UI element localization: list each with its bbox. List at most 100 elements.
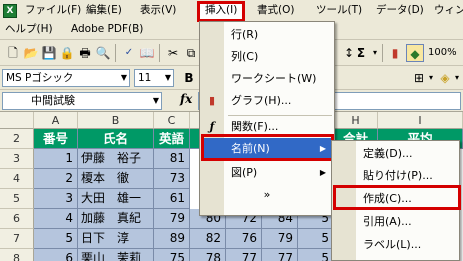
- save-icon[interactable]: 💾: [40, 44, 58, 62]
- submenu-item-label[interactable]: ラベル(L)...: [332, 234, 459, 256]
- menu-item-worksheet[interactable]: ワークシート(W): [200, 68, 334, 90]
- fill-color-dropdown-icon[interactable]: ▾: [448, 69, 463, 87]
- cut-icon[interactable]: ✂: [164, 44, 182, 62]
- cell-header-english[interactable]: 英語: [154, 129, 190, 149]
- table-cell[interactable]: 61: [154, 189, 190, 209]
- expand-chevron-icon: »: [263, 188, 271, 201]
- table-cell[interactable]: 加藤 真紀: [78, 209, 154, 229]
- menu-adobe-pdf[interactable]: Adobe PDF(B): [68, 20, 146, 39]
- row-header-6[interactable]: 6: [0, 209, 34, 229]
- insert-function-icon[interactable]: fx: [180, 92, 192, 106]
- cell-header-name[interactable]: 氏名: [78, 129, 154, 149]
- table-cell[interactable]: 5: [34, 229, 78, 249]
- table-cell[interactable]: 4: [34, 209, 78, 229]
- menu-item-picture[interactable]: 図(P) ▶: [200, 162, 334, 184]
- table-cell[interactable]: 日下 淳: [78, 229, 154, 249]
- table-cell[interactable]: 5: [298, 229, 334, 249]
- table-cell[interactable]: 6: [34, 249, 78, 261]
- table-cell[interactable]: 大田 雄一: [78, 189, 154, 209]
- font-size-select[interactable]: 11 ▼: [134, 69, 174, 87]
- table-cell[interactable]: 栗山 茉莉: [78, 249, 154, 261]
- table-cell[interactable]: 5: [298, 249, 334, 261]
- table-cell[interactable]: 伊藤 裕子: [78, 149, 154, 169]
- menu-view[interactable]: 表示(V): [137, 1, 179, 20]
- drawing-icon[interactable]: ◆: [406, 44, 424, 62]
- copy-icon[interactable]: ⧉: [182, 44, 200, 62]
- table-cell[interactable]: 榎本 徹: [78, 169, 154, 189]
- menu-item-label: 貼り付け(P)...: [363, 169, 433, 182]
- menu-item-label: 列(C): [231, 50, 259, 63]
- table-cell[interactable]: 77: [226, 249, 262, 261]
- table-cell[interactable]: 76: [226, 229, 262, 249]
- submenu-item-apply[interactable]: 引用(A)...: [332, 211, 459, 233]
- menu-item-label: 定義(D)...: [363, 147, 413, 160]
- table-cell[interactable]: 73: [154, 169, 190, 189]
- bold-button[interactable]: B: [180, 69, 198, 87]
- print-icon[interactable]: 🖶: [76, 44, 94, 62]
- menu-item-row[interactable]: 行(R): [200, 24, 334, 46]
- name-box[interactable]: 中間試験 ▼: [2, 92, 162, 110]
- new-file-icon[interactable]: 🗋: [4, 44, 22, 62]
- row-header-7[interactable]: 7: [0, 229, 34, 249]
- table-cell[interactable]: 89: [154, 229, 190, 249]
- menu-window[interactable]: ウィン: [431, 1, 463, 20]
- menu-format[interactable]: 書式(O): [254, 1, 297, 20]
- select-all-corner[interactable]: [0, 112, 34, 129]
- table-cell[interactable]: 82: [190, 229, 226, 249]
- font-size-value: 11: [138, 72, 152, 84]
- table-cell[interactable]: 2: [34, 169, 78, 189]
- submenu-arrow-icon: ▶: [319, 168, 326, 177]
- font-name-value: MS Pゴシック: [6, 72, 74, 84]
- menu-item-label: グラフ(H)...: [231, 94, 292, 107]
- table-cell[interactable]: 1: [34, 149, 78, 169]
- submenu-item-define[interactable]: 定義(D)...: [332, 143, 459, 165]
- zoom-box[interactable]: 100%: [428, 44, 462, 62]
- chevron-down-icon[interactable]: ▼: [121, 70, 127, 86]
- column-header-h[interactable]: H: [334, 112, 378, 129]
- column-header-i[interactable]: I: [378, 112, 463, 129]
- submenu-item-create-highlight-box: [333, 185, 461, 210]
- font-name-select[interactable]: MS Pゴシック ▼: [2, 69, 130, 87]
- row-header-8[interactable]: 8: [0, 249, 34, 261]
- table-cell[interactable]: 79: [154, 209, 190, 229]
- function-icon: ƒ: [209, 120, 215, 133]
- table-cell[interactable]: 75: [154, 249, 190, 261]
- submenu-item-paste[interactable]: 貼り付け(P)...: [332, 165, 459, 187]
- row-header-5[interactable]: 5: [0, 189, 34, 209]
- menu-item-label: 行(R): [231, 28, 259, 41]
- column-header-c[interactable]: C: [154, 112, 190, 129]
- menu-expand-chevron[interactable]: »: [200, 184, 334, 206]
- open-folder-icon[interactable]: 📂: [22, 44, 40, 62]
- row-header-3[interactable]: 3: [0, 149, 34, 169]
- menu-item-label: 引用(A)...: [363, 215, 412, 228]
- name-box-value: 中間試験: [31, 94, 75, 107]
- menu-item-column[interactable]: 列(C): [200, 46, 334, 68]
- row-header-4[interactable]: 4: [0, 169, 34, 189]
- table-cell[interactable]: 81: [154, 149, 190, 169]
- menu-item-label: 図(P): [231, 166, 258, 179]
- excel-icon[interactable]: X: [3, 4, 17, 18]
- permission-icon[interactable]: 🔒: [58, 44, 76, 62]
- spelling-icon[interactable]: ✓: [120, 44, 138, 62]
- table-cell[interactable]: 3: [34, 189, 78, 209]
- menu-item-chart[interactable]: ▮ グラフ(H)...: [200, 90, 334, 112]
- research-icon[interactable]: 📖: [138, 44, 156, 62]
- table-cell[interactable]: 77: [262, 249, 298, 261]
- menu-tools[interactable]: ツール(T): [313, 1, 365, 20]
- print-preview-icon[interactable]: 🔍: [94, 44, 112, 62]
- menu-insert[interactable]: 挿入(I): [202, 1, 240, 20]
- table-cell[interactable]: 78: [190, 249, 226, 261]
- chevron-down-icon[interactable]: ▼: [165, 70, 171, 86]
- chart-wizard-icon[interactable]: ▮: [386, 44, 404, 62]
- cell-header-number[interactable]: 番号: [34, 129, 78, 149]
- row-header-2[interactable]: 2: [0, 129, 34, 149]
- menu-file[interactable]: ファイル(F): [22, 1, 84, 20]
- table-cell[interactable]: 79: [262, 229, 298, 249]
- column-header-a[interactable]: A: [34, 112, 78, 129]
- insert-menu: 行(R) 列(C) ワークシート(W) ▮ グラフ(H)... ƒ 関数(F).…: [199, 21, 335, 216]
- menu-help[interactable]: ヘルプ(H): [2, 20, 56, 39]
- column-header-b[interactable]: B: [78, 112, 154, 129]
- menu-edit[interactable]: 編集(E): [83, 1, 125, 20]
- menu-data[interactable]: データ(D): [373, 1, 427, 20]
- chevron-down-icon[interactable]: ▼: [153, 93, 159, 109]
